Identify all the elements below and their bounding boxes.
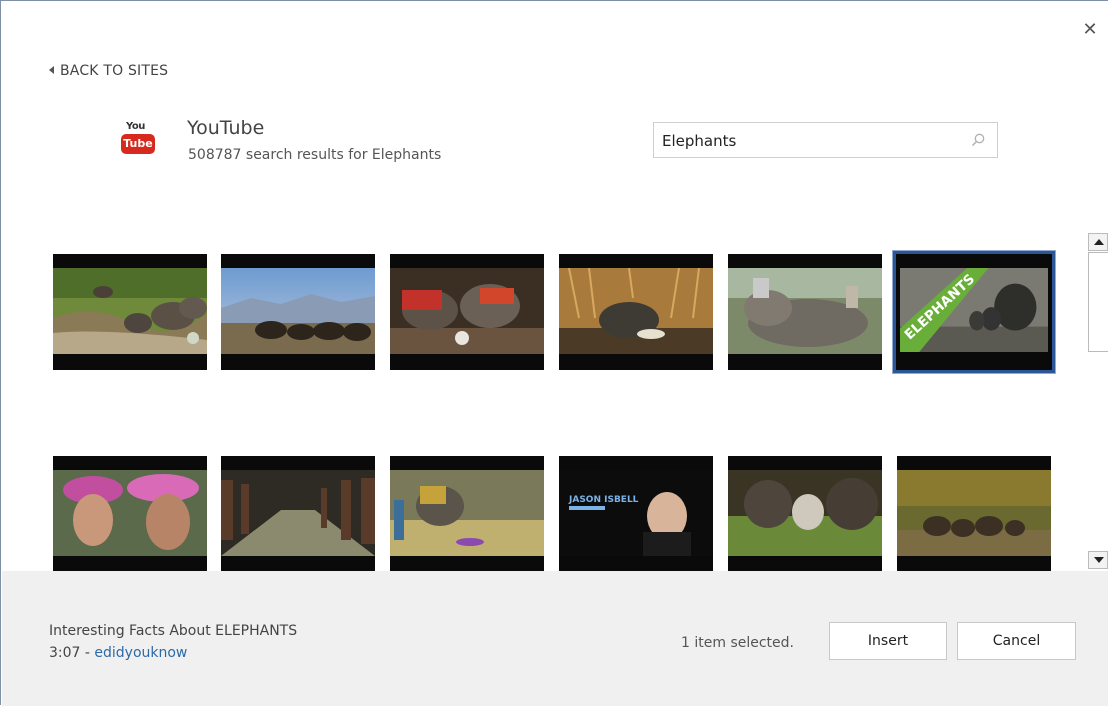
video-thumbnail[interactable] (221, 254, 375, 370)
back-to-sites-label: BACK TO SITES (60, 63, 169, 79)
thumbnail-image: JASON ISBELL (559, 470, 713, 556)
thumbnail-image (559, 268, 713, 354)
channel-link[interactable]: edidyouknow (94, 645, 187, 661)
video-thumbnail-selected[interactable]: ELEPHANTS (892, 250, 1056, 374)
thumbnail-image (53, 470, 207, 556)
scroll-down-button[interactable] (1088, 551, 1108, 569)
insert-video-dialog: ✕ BACK TO SITES You Tube YouTube 508787 … (0, 0, 1108, 706)
scroll-up-button[interactable] (1088, 233, 1108, 251)
video-thumbnail[interactable] (221, 456, 375, 572)
thumbnail-image: ELEPHANTS (900, 268, 1048, 352)
video-thumbnail[interactable] (897, 456, 1051, 572)
results-count: 508787 search results for Elephants (188, 147, 442, 163)
search-input[interactable] (660, 123, 964, 159)
thumbnail-image (728, 470, 882, 556)
scrollbar-thumb[interactable] (1088, 252, 1108, 352)
dialog-footer: Interesting Facts About ELEPHANTS 3:07 -… (2, 571, 1108, 706)
video-thumbnail[interactable] (390, 254, 544, 370)
site-name: YouTube (187, 117, 265, 139)
video-thumbnail[interactable] (53, 254, 207, 370)
insert-button[interactable]: Insert (829, 622, 947, 660)
selected-video-meta: 3:07 - edidyouknow (49, 645, 187, 661)
thumbnail-overlay-text: JASON ISBELL (568, 495, 639, 505)
selected-video-duration: 3:07 - (49, 645, 95, 661)
thumbnail-image (390, 268, 544, 354)
video-thumbnail[interactable] (390, 456, 544, 572)
video-thumbnail[interactable] (728, 456, 882, 572)
close-icon[interactable]: ✕ (1081, 21, 1099, 39)
thumbnail-image (53, 268, 207, 354)
thumbnail-image (897, 470, 1051, 556)
youtube-logo: You Tube (121, 121, 155, 159)
thumbnail-image (728, 268, 882, 354)
cancel-button[interactable]: Cancel (957, 622, 1076, 660)
scroll-up-arrow-icon (1094, 239, 1104, 245)
thumbnail-image (390, 470, 544, 556)
scroll-down-arrow-icon (1094, 557, 1104, 563)
back-to-sites-link[interactable]: BACK TO SITES (49, 63, 168, 79)
thumbnail-image (221, 470, 375, 556)
video-thumbnail[interactable] (53, 456, 207, 572)
search-box[interactable] (653, 122, 998, 159)
selection-count: 1 item selected. (681, 635, 794, 651)
selected-video-title: Interesting Facts About ELEPHANTS (49, 623, 298, 639)
video-thumbnail[interactable]: JASON ISBELL (559, 456, 713, 572)
thumbnail-image (221, 268, 375, 354)
back-arrow-icon (49, 66, 54, 74)
video-thumbnail[interactable] (728, 254, 882, 370)
video-thumbnail[interactable] (559, 254, 713, 370)
search-icon[interactable] (970, 132, 986, 148)
